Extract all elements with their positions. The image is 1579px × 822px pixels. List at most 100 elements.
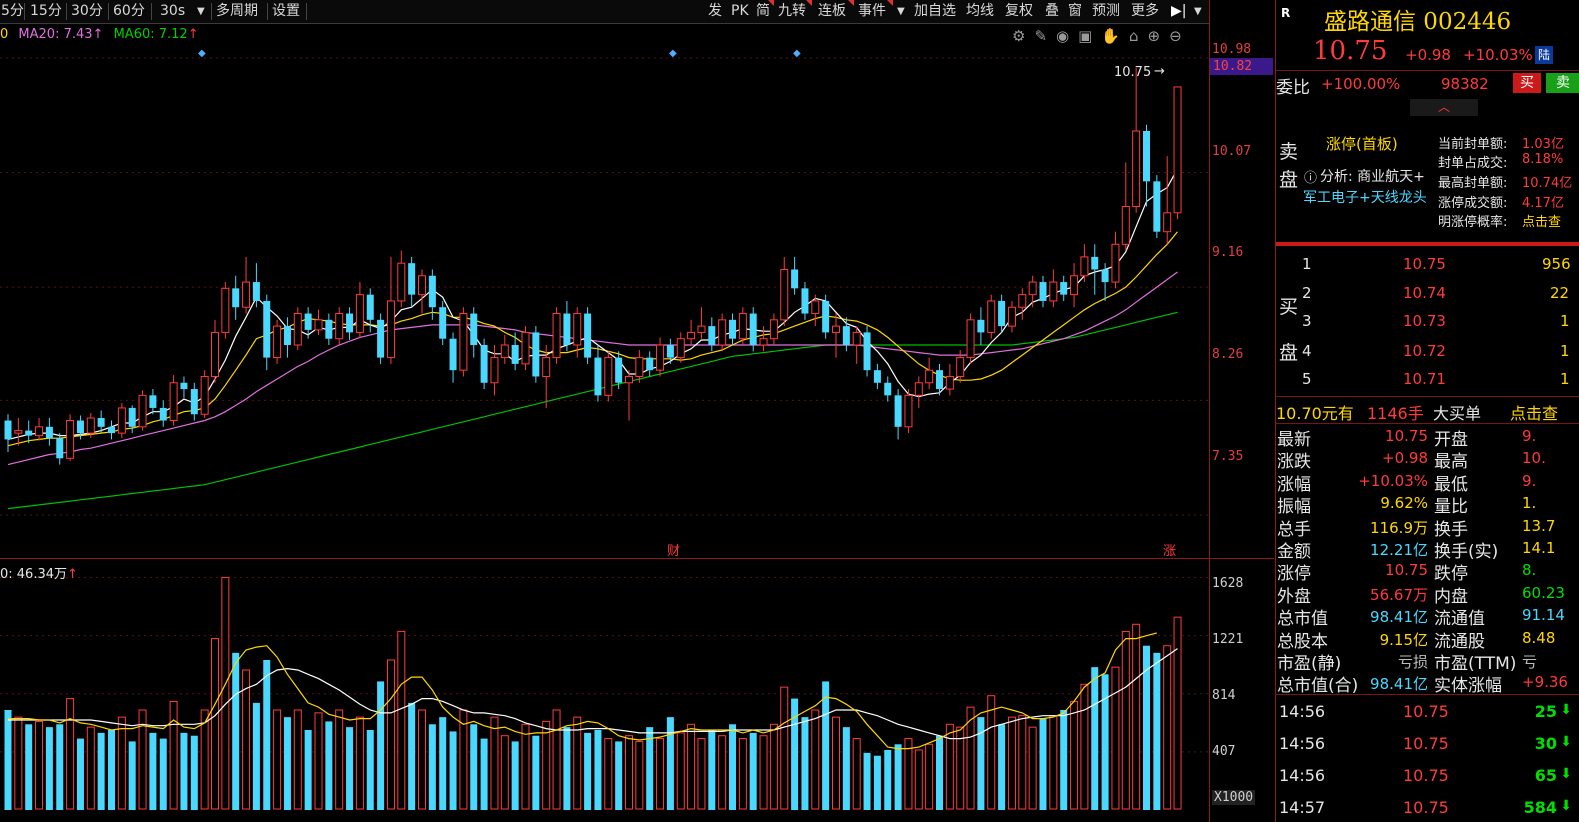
diamond-icon[interactable]: ◆ (669, 48, 677, 59)
volume-bar (314, 712, 323, 810)
multi-period-button[interactable]: 多周期 (216, 2, 258, 21)
analysis-line2[interactable]: 军工电子+天线龙头 (1303, 187, 1427, 207)
period-15min-tab[interactable]: 15分 (30, 2, 62, 21)
chevron-down-icon[interactable]: ▼ (1194, 2, 1202, 21)
volume-bar (221, 576, 230, 810)
forecast-button[interactable]: 预测 (1092, 2, 1120, 21)
event-marker-finance[interactable]: 财 (667, 540, 680, 559)
period-5min-tab[interactable]: 5分 (1, 2, 24, 21)
candle-body (563, 313, 571, 345)
tick-time: 14:57 (1279, 798, 1326, 817)
stat-value: 91.14 (1522, 606, 1565, 625)
bid-price[interactable]: 10.72 (1403, 342, 1446, 360)
lu-badge[interactable]: 陆 (1535, 46, 1553, 64)
overlay-button[interactable]: 叠 (1045, 2, 1059, 21)
tick-price: 10.75 (1403, 766, 1449, 785)
candle-body (873, 370, 881, 383)
moving-average-button[interactable]: 均线 (966, 2, 994, 21)
volume-bar (1091, 667, 1099, 810)
candle-body (397, 262, 406, 302)
buy-button[interactable]: 买 (1513, 73, 1541, 93)
more-button[interactable]: 更多 (1131, 2, 1159, 21)
period-30min-tab[interactable]: 30分 (71, 2, 103, 21)
volume-bar (676, 732, 685, 810)
candle-body (584, 313, 592, 358)
bid-price[interactable]: 10.74 (1403, 284, 1446, 302)
collapse-button[interactable]: ︿ (1410, 99, 1478, 116)
volume-bar (914, 749, 923, 810)
candle-body (97, 418, 105, 427)
period-60min-tab[interactable]: 60分 (113, 2, 145, 21)
bid-level: 5 (1302, 370, 1312, 388)
bid-price[interactable]: 10.75 (1403, 255, 1446, 273)
chevron-down-icon[interactable]: ▼ (897, 2, 905, 21)
stat-value: 10.75 (1385, 427, 1428, 445)
candle (1080, 244, 1089, 283)
seal-stat-label: 当前封单额: (1438, 137, 1508, 152)
diamond-icon[interactable]: ◆ (793, 48, 801, 59)
bid-price[interactable]: 10.71 (1403, 370, 1446, 388)
stat-value: 56.67万 (1370, 585, 1428, 604)
candle-body (449, 338, 457, 371)
candle (780, 256, 789, 327)
adjust-button[interactable]: 复权 (1005, 2, 1033, 21)
volume-bar (346, 727, 354, 810)
volume-bar (1039, 718, 1047, 810)
period-30s-select[interactable]: 30s (160, 2, 185, 21)
candle-body (252, 282, 260, 301)
add-watchlist-button[interactable]: 加自选 (914, 2, 956, 21)
volume-bar (273, 709, 282, 810)
nine-turn-button[interactable]: 九转 (778, 2, 806, 21)
volume-bar (1173, 616, 1182, 810)
candle-body (273, 325, 282, 359)
candle (822, 294, 830, 339)
volume-chart[interactable] (0, 560, 1210, 810)
tick-time: 14:56 (1279, 702, 1326, 721)
jump-end-icon[interactable]: ▶| (1171, 2, 1186, 21)
volume-bar (729, 724, 736, 810)
window-button[interactable]: 窗 (1068, 2, 1082, 21)
bid-ask-divider (1276, 242, 1579, 246)
tick-volume: 25 (1534, 702, 1557, 721)
volume-bar (355, 716, 364, 810)
volume-bar (97, 732, 105, 810)
seal-probability-link[interactable]: 点击查 (1522, 211, 1561, 230)
candlestick-chart[interactable] (0, 24, 1210, 559)
publish-button[interactable]: 发 (708, 2, 722, 21)
pk-button[interactable]: PK (731, 2, 749, 21)
candle-body (1049, 281, 1058, 302)
tick-price: 10.75 (1403, 798, 1449, 817)
events-button[interactable]: 事件 (858, 2, 886, 21)
consecutive-limit-button[interactable]: 连板 (818, 2, 846, 21)
volume-bar (66, 698, 75, 810)
stat-label: 最高 (1434, 452, 1468, 473)
up-arrow-icon: ↑ (67, 567, 78, 582)
candle (314, 309, 323, 335)
volume-bar (428, 724, 436, 810)
candle-body (521, 331, 530, 365)
sell-button[interactable]: 卖 (1546, 73, 1579, 93)
candle (542, 345, 551, 408)
candle (584, 307, 592, 364)
volume-bar (252, 702, 260, 810)
settings-button[interactable]: 设置 (272, 2, 300, 21)
chevron-down-icon[interactable]: ▼ (197, 2, 205, 21)
volume-bar (293, 709, 302, 810)
volume-bar (749, 732, 757, 810)
candle (232, 275, 240, 320)
event-marker-limit[interactable]: 涨 (1163, 540, 1176, 559)
candle (211, 319, 219, 383)
tick-price: 10.75 (1403, 702, 1449, 721)
stat-value: 8. (1522, 561, 1537, 580)
analysis-line1[interactable]: 分析: 商业航天+ (1320, 166, 1425, 186)
stat-label: 总市值 (1277, 609, 1328, 630)
diamond-icon[interactable]: ◆ (198, 48, 206, 59)
big-order-link[interactable]: 点击查 (1510, 400, 1558, 424)
volume-bar (418, 709, 426, 810)
volume-bar (242, 669, 251, 810)
candle (656, 337, 665, 377)
candle-body (956, 357, 965, 377)
stat-label: 总股本 (1277, 631, 1328, 652)
bid-price[interactable]: 10.73 (1403, 312, 1446, 330)
candle-body (1060, 282, 1068, 295)
